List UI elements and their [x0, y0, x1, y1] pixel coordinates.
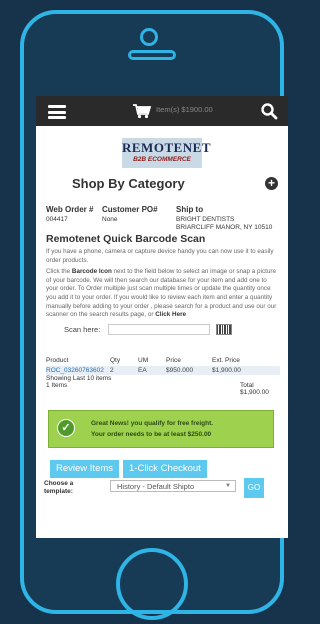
scan-label: Scan here:	[64, 324, 101, 334]
customer-po-value: None	[102, 216, 118, 223]
free-freight-banner: ✓ Great News! you qualify for free freig…	[48, 409, 274, 448]
items-table: Product Qty UM Price Ext. Price ROC_0326…	[46, 357, 280, 396]
speaker-icon	[128, 50, 176, 60]
ship-to-name: BRIGHT DENTISTS	[176, 216, 235, 223]
shop-by-category[interactable]: Shop By Category +	[72, 176, 278, 191]
web-order-label: Web Order #	[46, 205, 94, 214]
cart-icon[interactable]	[132, 103, 152, 119]
barcode-icon[interactable]	[216, 323, 233, 335]
scan-input[interactable]	[108, 323, 211, 335]
ship-to-label: Ship to	[176, 205, 204, 214]
barcode-icon-text: Barcode Icon	[71, 268, 112, 276]
order-header-row: Web Order # Customer PO# Ship to	[46, 205, 288, 214]
ship-to-address: BRIARCLIFF MANOR, NY 10510	[176, 224, 273, 231]
quick-scan-intro: If you have a phone, camera or capture d…	[46, 248, 274, 264]
template-select[interactable]: History - Default Shipto ▼	[110, 479, 236, 492]
chevron-down-icon: ▼	[225, 482, 231, 489]
template-selected: History - Default Shipto	[117, 481, 195, 491]
table-header: Product Qty UM Price Ext. Price	[46, 356, 240, 364]
table-footer: 1 Items Total $1,900.00	[46, 382, 280, 396]
freight-line-2: Your order needs to be at least $250.00	[91, 430, 212, 438]
checkmark-icon: ✓	[57, 418, 75, 437]
logo-subtitle: B2B ECOMMERCE	[133, 156, 191, 163]
showing-items-text: Showing Last 10 items	[46, 374, 112, 382]
template-row: Choose a template: History - Default Shi…	[44, 477, 288, 498]
top-bar: Item(s) $1900.00	[36, 96, 288, 126]
go-button[interactable]: GO	[244, 477, 264, 498]
customer-po-label: Customer PO#	[102, 205, 158, 214]
review-items-button[interactable]: Review Items	[50, 459, 120, 478]
hamburger-menu-icon[interactable]	[48, 105, 66, 119]
total-label: Total	[240, 381, 254, 389]
shop-by-category-label: Shop By Category	[72, 176, 185, 191]
items-count: 1 Items	[46, 381, 68, 389]
web-order-value: 004417	[46, 216, 68, 223]
checkout-button[interactable]: 1-Click Checkout	[123, 459, 207, 478]
app-screen: Item(s) $1900.00 REMOTENET B2B ECOMMERCE…	[36, 96, 288, 538]
cart-summary[interactable]: Item(s) $1900.00	[156, 105, 213, 114]
click-here-link[interactable]: Click Here	[155, 311, 186, 318]
quick-scan-title: Remotenet Quick Barcode Scan	[46, 233, 206, 245]
action-buttons: Review Items 1-Click Checkout	[50, 459, 288, 478]
order-values-row: 004417 None BRIGHT DENTISTS	[46, 216, 288, 223]
camera-icon	[140, 28, 158, 46]
home-button[interactable]	[116, 548, 188, 620]
search-icon[interactable]	[260, 102, 278, 120]
scan-row: Scan here:	[64, 323, 288, 335]
logo-title: REMOTENET	[122, 140, 212, 155]
total-block: Total $1,900.00	[240, 382, 280, 396]
plus-circle-icon[interactable]: +	[265, 177, 278, 190]
freight-line-1: Great News! you qualify for free freight…	[91, 419, 214, 427]
template-label: Choose a template:	[44, 479, 74, 495]
total-value: $1,900.00	[240, 388, 269, 396]
product-link[interactable]: ROC_03260763602	[46, 367, 110, 374]
quick-scan-instructions: Click the Barcode Icon next to the field…	[46, 268, 277, 319]
table-row[interactable]: ROC_03260763602 2 EA $950.000 $1,900.00	[46, 365, 280, 375]
remotenet-logo[interactable]: REMOTENET B2B ECOMMERCE	[122, 138, 212, 168]
